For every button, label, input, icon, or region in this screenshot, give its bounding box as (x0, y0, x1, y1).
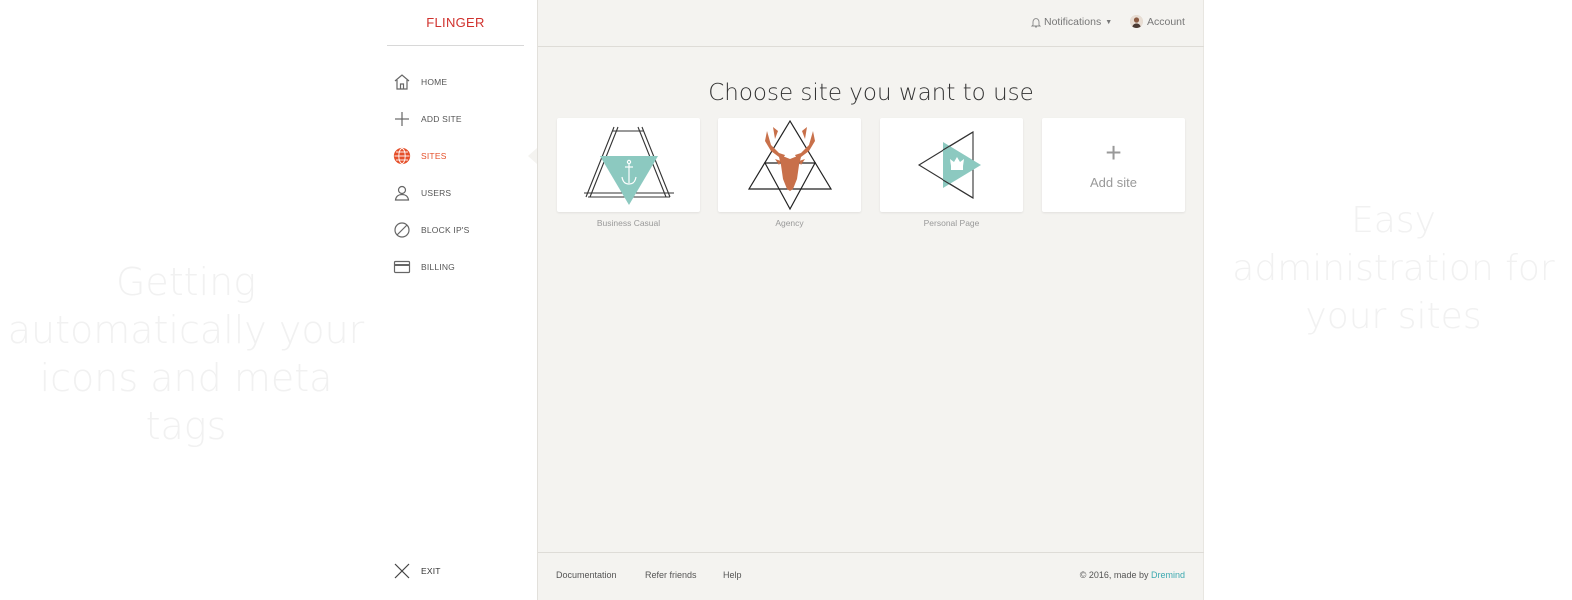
credit-card-icon (389, 254, 415, 280)
plus-icon: + (1105, 136, 1122, 168)
site-card-business-casual[interactable] (557, 118, 700, 212)
deer-triangle-logo (747, 119, 832, 211)
avatar (1130, 15, 1143, 28)
site-name-agency: Agency (775, 218, 804, 228)
sidebar-nav: HOME ADD SITE SITES USERS BLOCK IP'S BIL… (387, 63, 537, 285)
promo-text-left: Getting automatically your icons and met… (7, 260, 365, 448)
plus-icon (389, 106, 415, 132)
brand-logo[interactable]: FLINGER (387, 0, 524, 46)
top-bar: Notifications ▼ Account (538, 0, 1204, 47)
footer-link-documentation[interactable]: Documentation (556, 570, 617, 580)
home-icon (389, 69, 415, 95)
user-icon (389, 180, 415, 206)
copyright: © 2016, made by Dremind (1080, 570, 1185, 580)
site-card-personal-page[interactable] (880, 118, 1023, 212)
sidebar-item-label: SITES (421, 150, 447, 161)
promo-text-right: Easy administration for your sites (1232, 200, 1555, 337)
page-title: Choose site you want to use (708, 80, 1034, 106)
sidebar-item-sites[interactable]: SITES (387, 137, 537, 174)
sidebar-item-label: BLOCK IP'S (421, 224, 470, 235)
sidebar-item-billing[interactable]: BILLING (387, 248, 537, 285)
exit-label: EXIT (421, 566, 441, 576)
account-label: Account (1147, 15, 1185, 28)
sidebar: FLINGER HOME ADD SITE SITES USERS BLOCK … (387, 0, 537, 600)
sidebar-item-add-site[interactable]: ADD SITE (387, 100, 537, 137)
sidebar-item-label: ADD SITE (421, 113, 462, 124)
anchor-triangle-logo (583, 126, 674, 205)
site-name-personal-page: Personal Page (923, 218, 980, 228)
bell-icon (1031, 17, 1041, 28)
crown-triangle-logo (917, 131, 981, 199)
close-icon (389, 558, 415, 584)
exit-button[interactable]: EXIT (387, 557, 441, 585)
account-menu[interactable]: Account (1130, 15, 1185, 28)
sidebar-item-label: BILLING (421, 261, 455, 272)
add-site-card[interactable]: + Add site (1042, 118, 1185, 212)
sidebar-item-block-ips[interactable]: BLOCK IP'S (387, 211, 537, 248)
copyright-text: © 2016, made by (1079, 570, 1149, 580)
footer: Documentation Refer friends Help © 2016,… (538, 552, 1204, 600)
footer-link-refer-friends[interactable]: Refer friends (645, 570, 697, 580)
sidebar-item-label: USERS (421, 187, 452, 198)
notifications-dropdown[interactable]: Notifications ▼ (1031, 16, 1112, 28)
footer-link-help[interactable]: Help (723, 570, 742, 580)
add-site-label: Add site (1090, 174, 1137, 190)
dremind-link[interactable]: Dremind (1151, 570, 1185, 580)
site-card-agency[interactable] (718, 118, 861, 212)
main-panel: Notifications ▼ Account Choose site you … (537, 0, 1204, 600)
notifications-label: Notifications (1044, 16, 1102, 28)
active-pointer (528, 148, 537, 164)
sidebar-item-users[interactable]: USERS (387, 174, 537, 211)
globe-icon (389, 143, 415, 169)
site-name-business-casual: Business Casual (596, 218, 661, 228)
block-icon (389, 217, 415, 243)
sidebar-item-label: HOME (421, 76, 448, 87)
caret-down-icon: ▼ (1105, 18, 1113, 26)
sidebar-item-home[interactable]: HOME (387, 63, 537, 100)
